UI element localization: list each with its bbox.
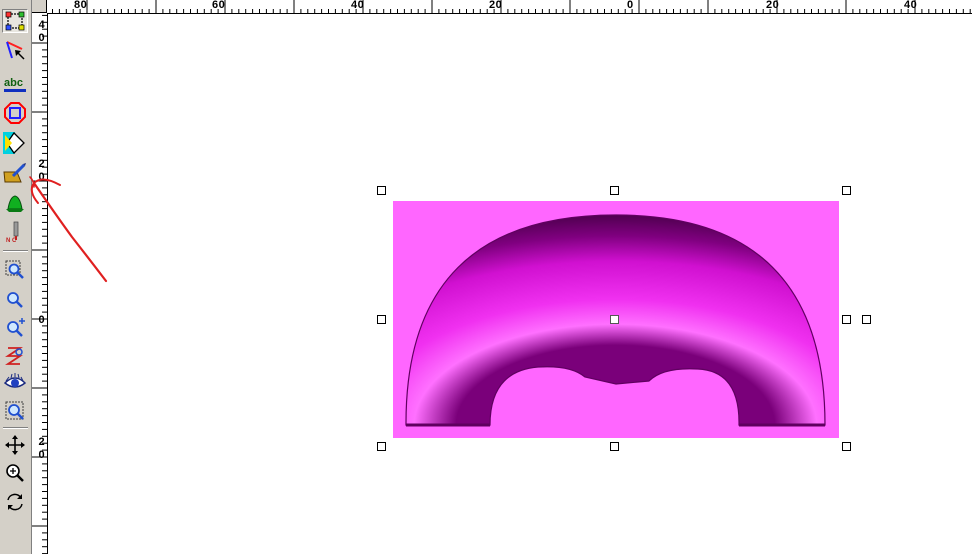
selection-handle-top-left[interactable] [377, 186, 386, 195]
selection-handle-middle-right[interactable] [842, 315, 851, 324]
vruler-label-40: 4 0 [37, 19, 46, 45]
horizontal-ruler-ticks [52, 0, 971, 13]
select-objects-button[interactable] [2, 9, 28, 33]
selection-handle-top-right[interactable] [842, 186, 851, 195]
vruler-digit: 2 [38, 436, 45, 448]
node-editing-button[interactable] [2, 38, 28, 62]
ruler-label-60: 60 [212, 0, 226, 11]
vruler-digit: 0 [38, 314, 45, 326]
ruler-label-20-right: 20 [766, 0, 780, 11]
ruler-label-40-right: 40 [904, 0, 918, 11]
zoom-window-button[interactable] [2, 258, 28, 282]
text-tool-icon: abc [4, 77, 26, 92]
pan-button[interactable] [2, 433, 28, 457]
vruler-label-20-lower: 2 0 [37, 436, 46, 462]
create-relief-button[interactable] [2, 161, 28, 185]
vruler-digit: 0 [38, 171, 45, 183]
selection-handle-top-center[interactable] [610, 186, 619, 195]
horizontal-ruler[interactable]: 80 60 40 20 0 20 40 [47, 0, 972, 14]
zoom-out-tool-icon [7, 318, 25, 337]
vruler-digit: 2 [38, 158, 45, 170]
drawing-canvas[interactable] [48, 14, 972, 554]
vruler-digit: 0 [38, 449, 45, 461]
pan-tool-icon [5, 435, 25, 455]
vertical-ruler-ticks [32, 14, 47, 554]
vertical-ruler[interactable]: 4 0 2 0 0 2 0 [32, 13, 48, 554]
toolbar-separator [3, 427, 28, 429]
zoom-in-button[interactable] [2, 287, 28, 311]
zoom-button[interactable] [2, 461, 28, 485]
node-editing-tool-icon [6, 41, 25, 60]
ruler-label-40: 40 [351, 0, 365, 11]
nc-tool-glyph: N C [6, 238, 17, 244]
left-toolbar: abc N C [0, 0, 32, 554]
ruler-label-20: 20 [489, 0, 503, 11]
create-relief-tool-icon [3, 163, 26, 183]
selection-handle-bottom-right[interactable] [842, 442, 851, 451]
view-tool-icon [4, 373, 26, 388]
vruler-label-20: 2 0 [37, 158, 46, 184]
selection-handle-center[interactable] [610, 315, 619, 324]
nc-toolpath-tool-icon: N C [6, 221, 19, 244]
zoom-out-button[interactable] [2, 315, 28, 339]
nc-toolpath-button[interactable]: N C [2, 221, 28, 245]
ruler-label-0: 0 [627, 0, 634, 11]
offset-tool-icon [4, 102, 26, 124]
toolbar-separator [3, 250, 28, 252]
zoom-all-button[interactable] [2, 399, 28, 423]
vruler-digit: 0 [38, 32, 45, 44]
view-button[interactable] [2, 371, 28, 395]
rotation-handle[interactable] [862, 315, 871, 324]
ruler-label-80: 80 [74, 0, 88, 11]
rotate-view-tool-icon [7, 493, 23, 511]
zoom-window-tool-icon [5, 260, 24, 279]
rotate-view-button[interactable] [2, 490, 28, 514]
zoom-in-tool-icon [7, 292, 23, 308]
select-objects-tool-icon [5, 11, 25, 31]
bell-shape-tool-icon [6, 195, 24, 212]
selection-handle-middle-left[interactable] [377, 315, 386, 324]
zoom-previous-tool-icon [5, 347, 23, 365]
zoom-all-tool-icon [5, 401, 24, 420]
bell-shape-button[interactable] [2, 191, 28, 215]
zoom-tool-icon [6, 464, 24, 482]
offset-tool-button[interactable] [2, 101, 28, 125]
ruler-corner [32, 0, 47, 13]
text-tool-button[interactable]: abc [2, 72, 28, 96]
zoom-previous-button[interactable] [2, 343, 28, 367]
weld-tool-button[interactable] [2, 131, 28, 155]
text-tool-glyph: abc [4, 77, 23, 89]
vruler-label-0: 0 [37, 314, 46, 327]
selection-handle-bottom-left[interactable] [377, 442, 386, 451]
vruler-digit: 4 [38, 19, 45, 31]
weld-tool-icon [3, 132, 25, 154]
selection-handle-bottom-center[interactable] [610, 442, 619, 451]
